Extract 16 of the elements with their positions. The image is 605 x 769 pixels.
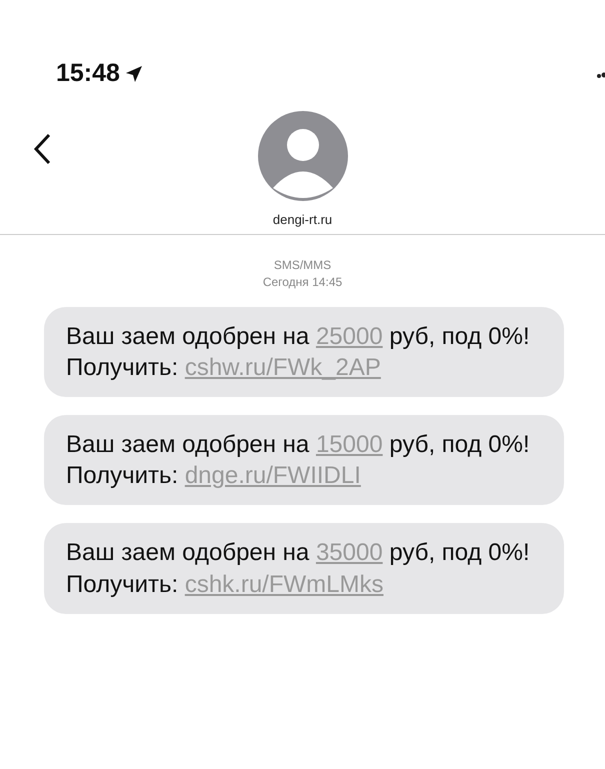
message-text: Ваш заем одобрен на 35000 руб, под 0%! Получить: cshk.ru/FWmLMks (66, 539, 530, 598)
message-date: Сегодня 14:45 (262, 274, 344, 291)
avatar-icon[interactable] (256, 110, 348, 202)
amount-link[interactable]: 15000 (316, 430, 383, 458)
location-arrow-icon (124, 64, 144, 84)
url-link[interactable]: cshw.ru/FWk_2AP (184, 354, 381, 381)
message-text: Ваш заем одобрен на 15000 руб, под 0%! Получить: dnge.ru/FWIIDLI (66, 430, 530, 490)
back-button[interactable] (32, 132, 52, 166)
service-label: SMS/MMS (272, 257, 332, 274)
url-link[interactable]: cshk.ru/FWmLMks (184, 570, 384, 598)
amount-link[interactable]: 25000 (316, 322, 383, 350)
contact-name[interactable]: dengi-rt.ru (272, 210, 332, 230)
status-time: 15:48 (56, 58, 120, 90)
message-text: Ваш заем одобрен на 25000 руб, под 0%! Получить: cshw.ru/FWk_2AP (66, 322, 530, 381)
amount-link[interactable]: 35000 (316, 539, 383, 566)
url-link[interactable]: dnge.ru/FWIIDLI (184, 462, 361, 490)
